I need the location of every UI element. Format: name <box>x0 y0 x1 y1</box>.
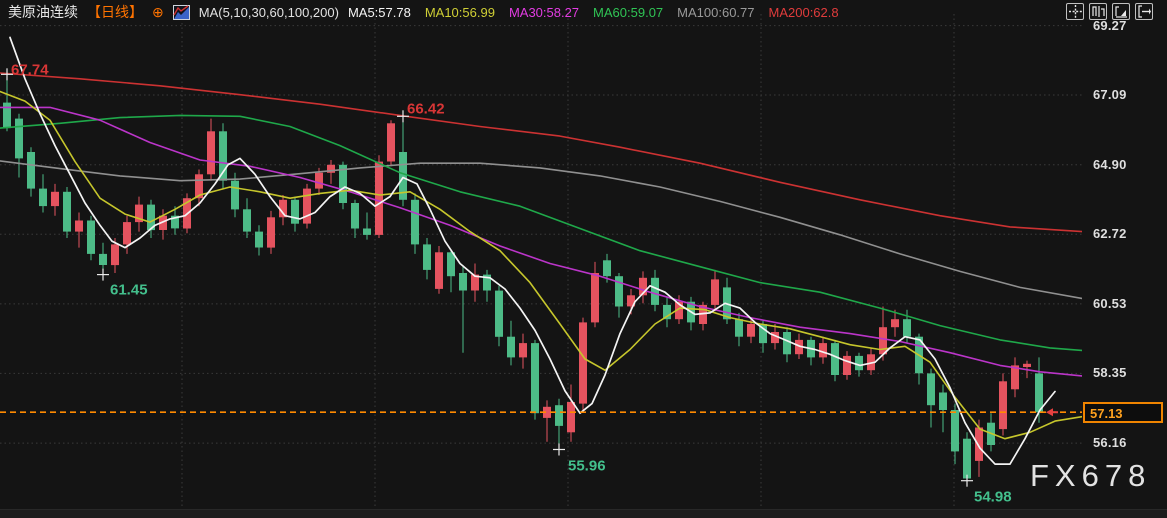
zoom-in-circle-icon[interactable]: ⊕ <box>152 5 164 19</box>
swing-cross-icon <box>553 444 565 456</box>
y-axis-tick-label: 56.16 <box>1093 435 1127 450</box>
ma200-line <box>0 73 1082 232</box>
swing-cross-icon <box>97 269 109 281</box>
fx678-watermark: FX678 <box>1030 458 1151 494</box>
ma10-line <box>0 92 1082 439</box>
chart-canvas: 67.74 61.45 66.42 55.96 54.98 <box>0 0 1082 518</box>
ma-value-label: MA30:58.27 <box>509 5 579 20</box>
ma-value-label: MA60:59.07 <box>593 5 663 20</box>
crosshair-tool-button[interactable] <box>1066 3 1084 20</box>
candlestick-chart-app: 67.74 61.45 66.42 55.96 54.98 美原油连续 【日线】 ⊕ M… <box>0 0 1167 518</box>
chart-header: 美原油连续 【日线】 ⊕ MA(5,10,30,60,100,200) MA5:… <box>0 0 1082 24</box>
swing-price-label: 55.96 <box>568 458 606 475</box>
time-axis-strip <box>0 509 1167 518</box>
y-axis-tick-label: 64.90 <box>1093 157 1127 172</box>
swing-price-label: 67.74 <box>11 61 49 78</box>
y-axis-tick-label: 62.72 <box>1093 226 1127 241</box>
swing-cross-icon <box>961 475 973 487</box>
swing-price-label: 66.42 <box>407 100 445 117</box>
swing-price-label: 54.98 <box>974 489 1012 506</box>
ma-value-label: MA10:56.99 <box>425 5 495 20</box>
y-axis-tick-label: 58.35 <box>1093 365 1127 380</box>
kline-chart-icon[interactable] <box>173 5 190 20</box>
ma30-line <box>0 107 1082 376</box>
ma-value-label: MA100:60.77 <box>677 5 754 20</box>
candles-layer <box>3 74 1043 480</box>
main-pane-kline-button[interactable] <box>1089 3 1107 20</box>
chart-toolbar <box>1066 3 1153 20</box>
pane-forward-button[interactable] <box>1135 3 1153 20</box>
current-price-label: 57.13 <box>1083 402 1163 423</box>
ma60-line <box>0 115 1082 350</box>
ma-value-label: MA5:57.78 <box>348 5 411 20</box>
price-arrow-icon <box>1046 408 1058 416</box>
swing-price-label: 61.45 <box>110 282 148 299</box>
ma-lines-layer <box>0 37 1082 464</box>
chart-plot-area[interactable]: 67.74 61.45 66.42 55.96 54.98 <box>0 0 1082 518</box>
y-axis-tick-label: 60.53 <box>1093 296 1127 311</box>
annotations-layer: 67.74 61.45 66.42 55.96 54.98 <box>1 61 1012 505</box>
symbol-label: 美原油连续 <box>8 2 78 22</box>
indicator-pane-button[interactable] <box>1112 3 1130 20</box>
ma-value-label: MA200:62.8 <box>769 5 839 20</box>
price-axis: 57.13 69.2767.0964.9062.7260.5358.3556.1… <box>1082 0 1167 518</box>
period-selector[interactable]: 【日线】 <box>87 2 143 22</box>
y-axis-tick-label: 67.09 <box>1093 87 1127 102</box>
ma-settings-label[interactable]: MA(5,10,30,60,100,200) <box>199 5 339 20</box>
ma-values-readout: MA5:57.78 MA10:56.99 MA30:58.27 MA60:59.07 M… <box>348 5 839 20</box>
